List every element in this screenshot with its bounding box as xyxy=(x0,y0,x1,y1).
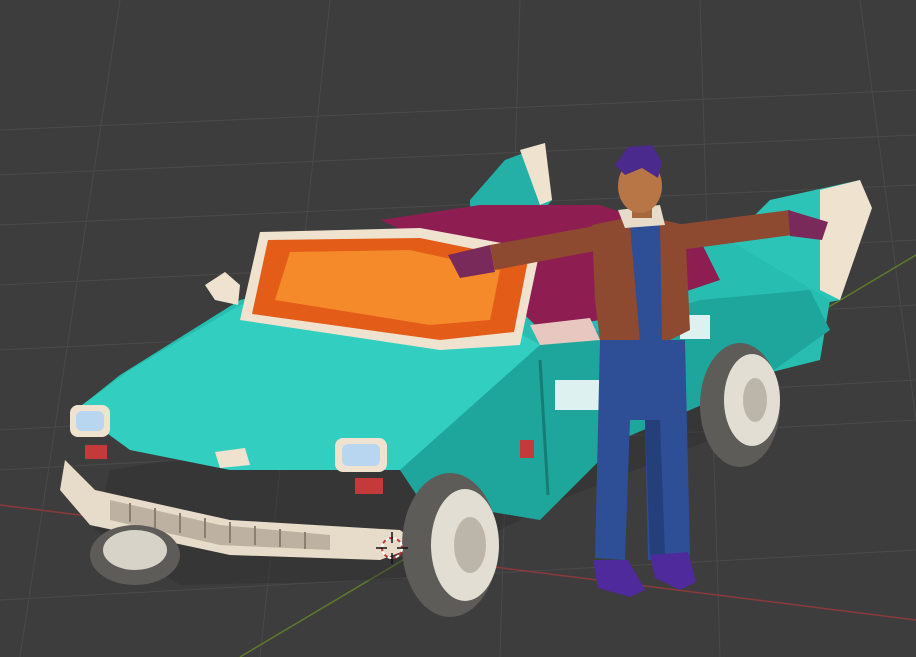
headlight-left xyxy=(70,405,110,459)
3d-viewport[interactable] xyxy=(0,0,916,657)
rear-right-fin-tip xyxy=(820,180,872,300)
front-left-wheel xyxy=(90,525,180,585)
taxi-car-model[interactable] xyxy=(60,143,872,617)
rear-right-wheel xyxy=(700,343,780,467)
side-mirror xyxy=(205,272,240,305)
character-right-shoe xyxy=(650,552,696,590)
side-marker-light xyxy=(520,440,534,458)
viewport-canvas[interactable] xyxy=(0,0,916,657)
